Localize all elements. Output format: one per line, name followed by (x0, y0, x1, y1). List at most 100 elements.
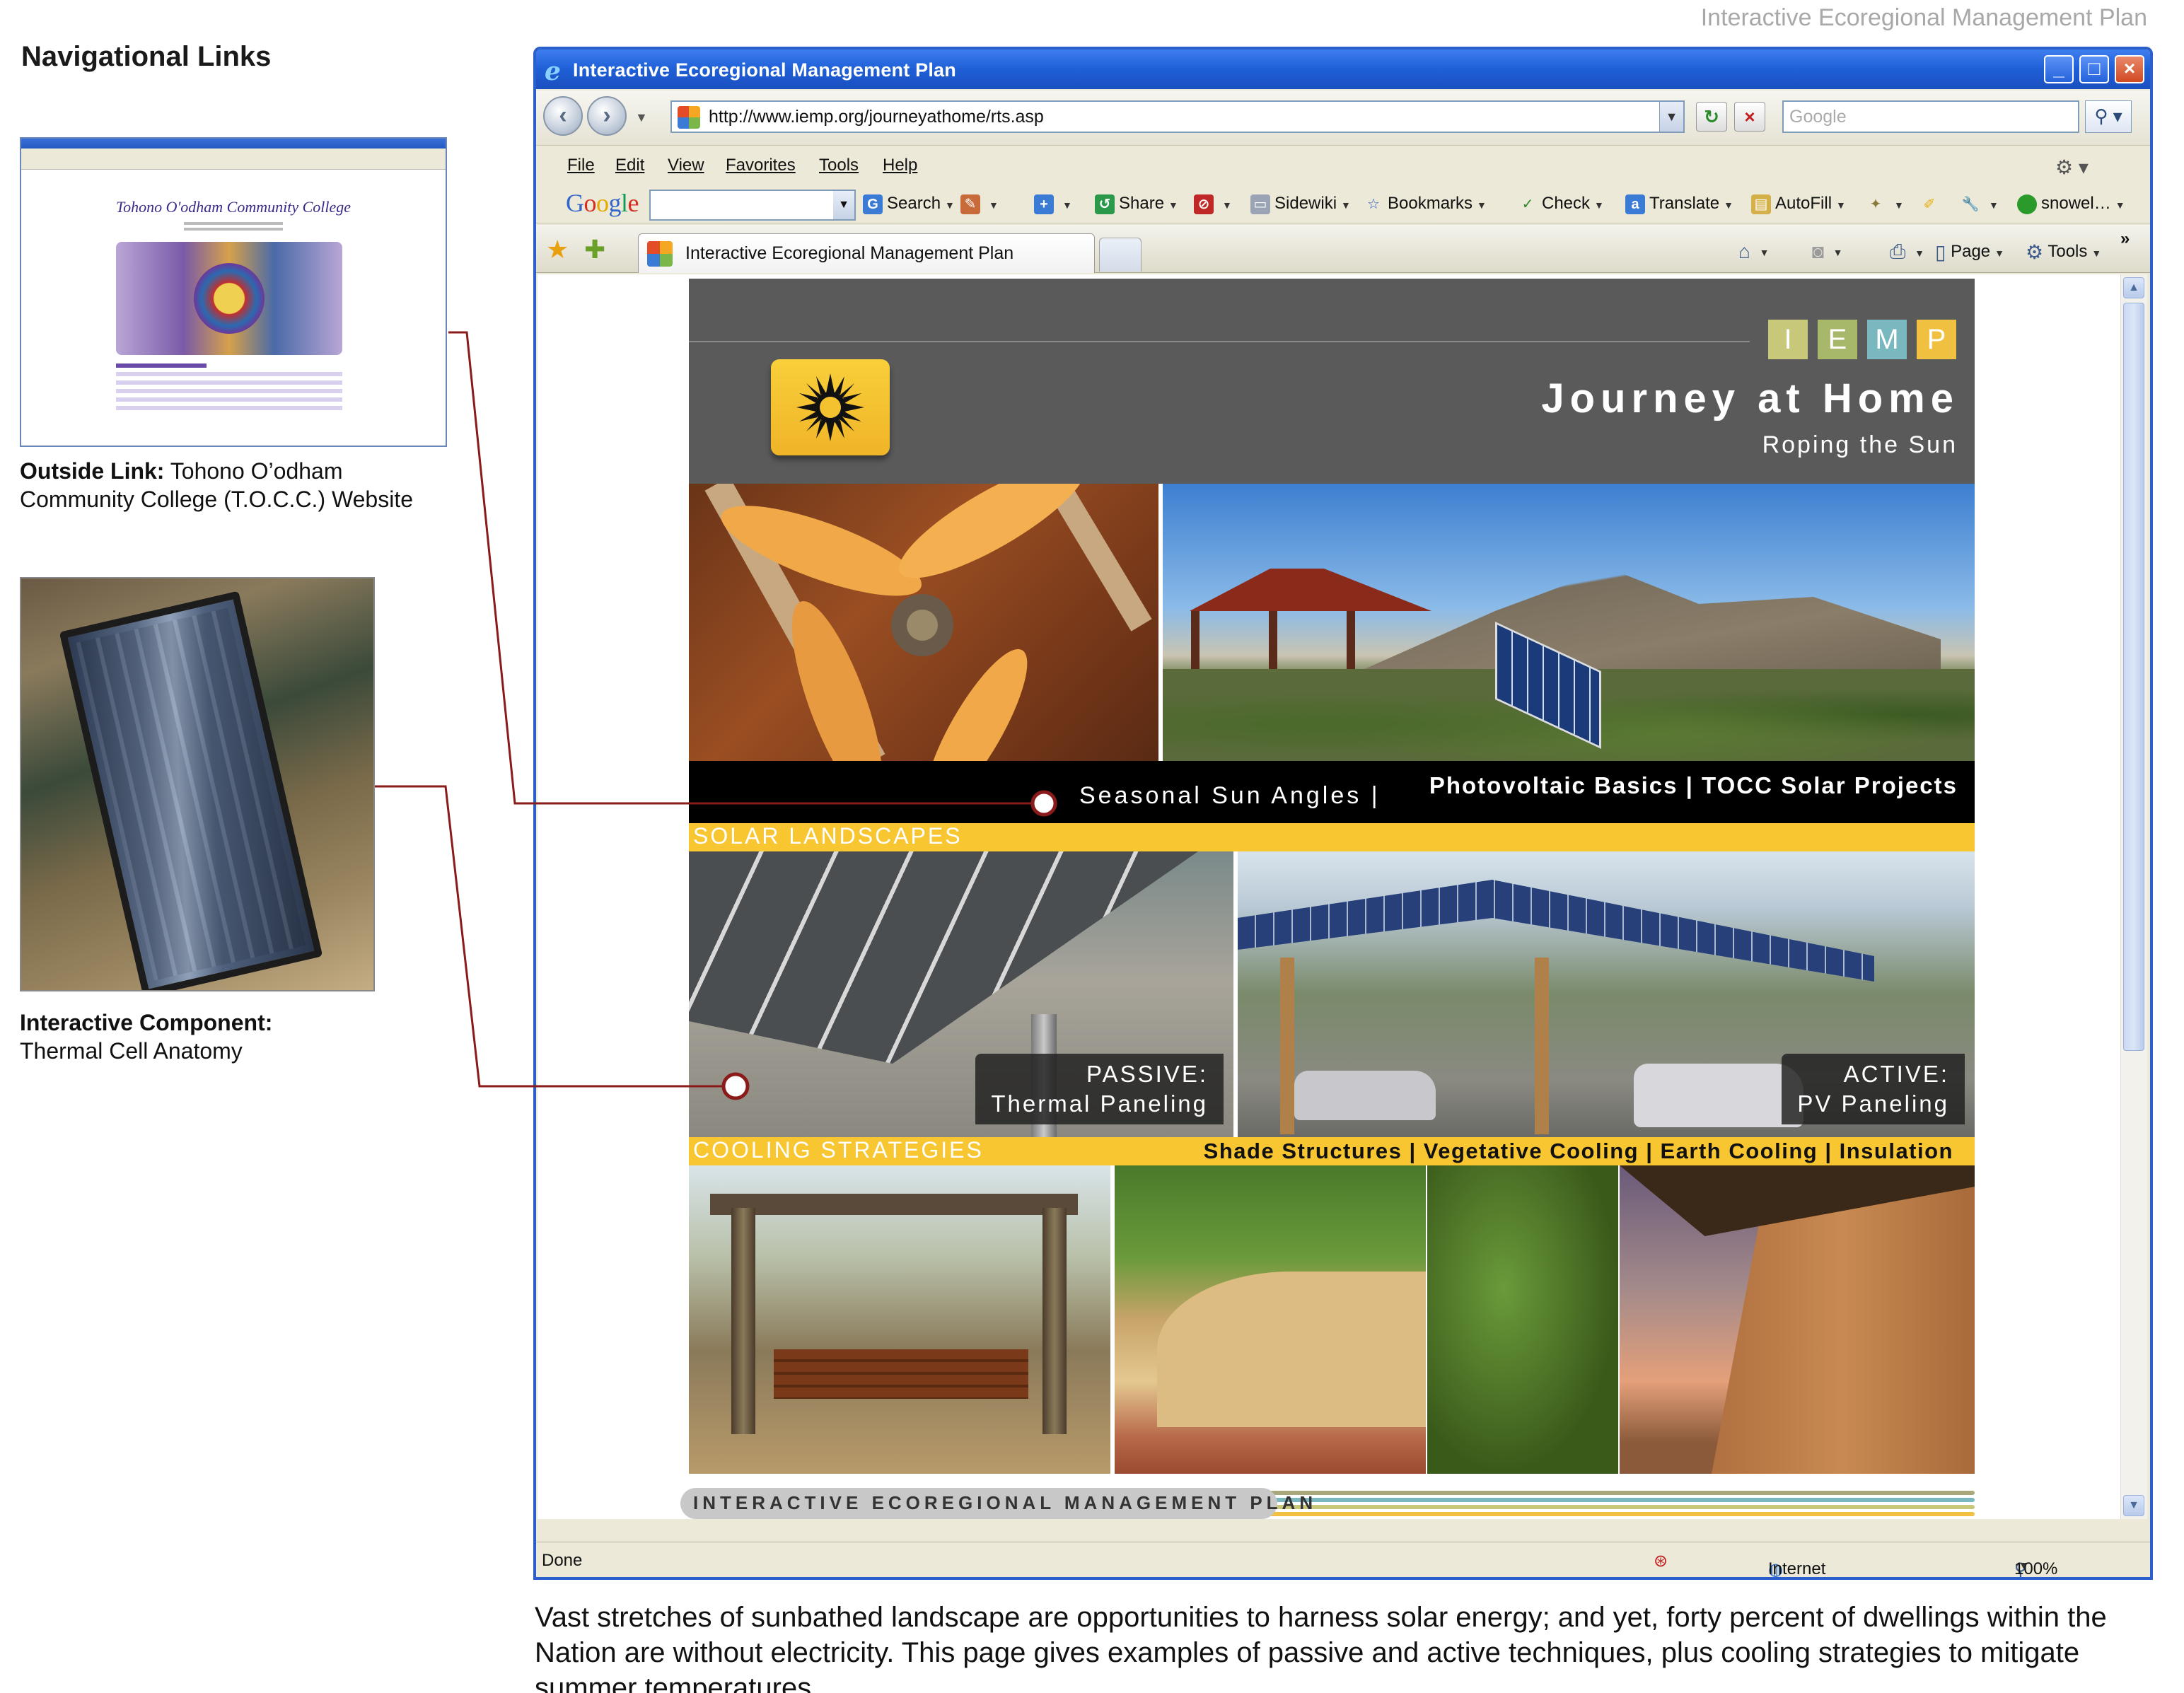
scrollbar-thumb[interactable] (2123, 303, 2144, 1051)
cooling-strategy-links[interactable]: Shade Structures | Vegetative Cooling | … (1204, 1139, 1953, 1164)
cooling-strategies-label: COOLING STRATEGIES (693, 1137, 984, 1163)
google-search-input[interactable]: ▼ (649, 190, 856, 221)
highlighter-icon: ✐ (1923, 196, 1936, 212)
passive-label-line2: Thermal Paneling (991, 1090, 1208, 1117)
gear-icon: ⚙ (2026, 241, 2044, 263)
maximize-button[interactable]: □ (2079, 55, 2109, 83)
wand-icon: ✦ (1869, 196, 1882, 212)
vegetative-cooling-photo[interactable] (1115, 1165, 1426, 1474)
bookmarks-star-icon: ☆ (1367, 196, 1380, 212)
status-bar: Done ⊛ ◍ Internet ⚲ 100% ▼ (536, 1542, 2150, 1577)
feeds-button[interactable]: ◙ ▼ (1812, 240, 1842, 263)
sun-burst-icon (796, 373, 864, 441)
window-titlebar: e Interactive Ecoregional Management Pla… (536, 50, 2150, 89)
google-search-dropdown-icon[interactable]: ▼ (833, 191, 854, 219)
interactive-component-caption: Interactive Component: Thermal Cell Anat… (20, 1008, 272, 1065)
tools-menu-button[interactable]: ⚙ Tools ▼ (2026, 240, 2101, 264)
canopy-column-shape (1280, 958, 1294, 1134)
outside-link-text-2: Community College (T.O.C.C.) Website (20, 487, 413, 512)
scroll-up-icon[interactable]: ▲ (2123, 277, 2144, 298)
spellcheck-button[interactable]: ✓ Check ▼ (1518, 194, 1604, 214)
outside-link-caption: Outside Link: Tohono O’odham Community C… (20, 457, 413, 513)
shade-structure-photo[interactable] (689, 1165, 1110, 1474)
thumbnail-toolbar (21, 149, 446, 170)
tocc-website-thumbnail[interactable]: Tohono O'odham Community College (20, 137, 447, 447)
menu-help[interactable]: Help (883, 156, 917, 175)
pergola-post-shape (1042, 1208, 1067, 1434)
page-menu-button[interactable]: ▯ Page ▼ (1935, 240, 2004, 264)
add-favorites-icon[interactable]: ✚ (584, 235, 605, 264)
sun-logo-icon[interactable] (771, 359, 890, 455)
google-logo: Google (566, 189, 639, 217)
history-dropdown-icon[interactable]: ▼ (635, 110, 648, 125)
thumbnail-link-rows (116, 363, 342, 414)
bookmarks-button[interactable]: ☆ Bookmarks ▼ (1364, 194, 1487, 214)
photovoltaic-tocc-links[interactable]: Photovoltaic Basics | TOCC Solar Project… (1429, 772, 1958, 799)
menu-tools[interactable]: Tools (819, 156, 859, 175)
home-button[interactable]: ⌂ ▼ (1738, 240, 1769, 263)
back-button[interactable]: ‹ (543, 96, 583, 136)
forward-button[interactable]: › (587, 96, 627, 136)
solar-landscapes-bar: SOLAR LANDSCAPES (689, 823, 1975, 851)
tab-active[interactable]: Interactive Ecoregional Management Plan (638, 233, 1095, 273)
page-icon: ▯ (1935, 241, 1946, 263)
print-button[interactable]: ⎙ ▼ (1890, 240, 1924, 264)
popup-blocker-button[interactable]: ⊘ ▼ (1194, 194, 1232, 214)
magic-wand-button[interactable]: ✦ ▼ (1866, 194, 1904, 214)
url-input[interactable]: http://www.iemp.org/journeyathome/rts.as… (670, 100, 1685, 133)
iemp-letter-e: E (1818, 320, 1857, 359)
menu-view[interactable]: View (668, 156, 704, 175)
navigational-links-heading: Navigational Links (21, 41, 272, 72)
toolbar-options-icon[interactable]: ⚙ ▾ (2055, 156, 2089, 179)
thermal-cell-photo[interactable] (20, 577, 375, 991)
active-pv-photo[interactable]: ACTIVE: PV Paneling (1238, 851, 1975, 1137)
thumbnail-subtitle (21, 219, 446, 236)
active-label-line1: ACTIVE: (1843, 1061, 1949, 1087)
interactive-component-label: Interactive Component: (20, 1010, 273, 1035)
bench-shape (774, 1349, 1028, 1399)
menu-favorites[interactable]: Favorites (726, 156, 796, 175)
iemp-letter-blocks: I E M P (1768, 320, 1956, 359)
vertical-scrollbar[interactable]: ▲ ▼ (2120, 274, 2147, 1519)
google-search-button[interactable]: G Search ▼ (863, 194, 955, 214)
chevron-more-icon[interactable]: » (2120, 229, 2130, 249)
translate-button[interactable]: a Translate ▼ (1625, 194, 1733, 214)
close-button[interactable]: × (2115, 55, 2144, 83)
url-dropdown-icon[interactable]: ▼ (1659, 102, 1683, 132)
favorites-star-icon[interactable]: ★ (546, 235, 569, 264)
footer-stripe (1246, 1505, 1975, 1509)
footer-stripe (1246, 1512, 1975, 1516)
insulation-wall-photo[interactable] (1620, 1165, 1975, 1474)
google-plus-button[interactable]: + ▼ (1034, 194, 1072, 214)
vine-screen-photo[interactable] (1427, 1165, 1618, 1474)
minimize-button[interactable]: _ (2044, 55, 2074, 83)
menu-edit[interactable]: Edit (615, 156, 644, 175)
account-button[interactable]: snowel… ▼ (2017, 194, 2125, 214)
pergola-beam-shape (710, 1194, 1078, 1215)
highlighter-button[interactable]: ✐ (1919, 194, 1944, 214)
search-go-icon[interactable]: ⚲ ▾ (2085, 100, 2132, 133)
refresh-icon[interactable]: ↻ (1696, 102, 1727, 132)
search-input[interactable]: Google (1782, 100, 2079, 133)
thermal-panels-shape (689, 851, 1198, 1064)
settings-wrench-button[interactable]: 🔧 ▼ (1961, 194, 1999, 214)
sidewiki-button[interactable]: ▭ Sidewiki ▼ (1250, 194, 1351, 214)
new-tab-button[interactable] (1099, 238, 1142, 272)
printer-icon: ⎙ (1890, 240, 1906, 262)
pv-canopy-shape (1238, 880, 1874, 982)
passive-thermal-photo[interactable]: PASSIVE: Thermal Paneling (689, 851, 1233, 1137)
thumbnail-page-title: Tohono O'odham Community College (115, 198, 352, 216)
protected-mode-icon[interactable]: ⊛ (1654, 1551, 1668, 1571)
google-extras-button[interactable]: ✎ ▼ (960, 194, 999, 214)
share-button[interactable]: ↺ Share ▼ (1095, 194, 1178, 214)
google-toolbar: Google ▼ G Search ▼ ✎ ▼ + ▼ ↺ Share ▼ ⊘ ▼ ▭ Side… (536, 182, 2150, 223)
pencil-icon: ✎ (960, 194, 980, 214)
ramada-solar-photo (1163, 484, 1975, 761)
account-status-icon (2017, 194, 2037, 214)
scroll-down-icon[interactable]: ▼ (2123, 1495, 2144, 1516)
stop-icon[interactable]: × (1734, 102, 1765, 132)
menu-file[interactable]: File (567, 156, 595, 175)
autofill-button[interactable]: ▤ AutoFill ▼ (1751, 194, 1846, 214)
active-label-line2: PV Paneling (1797, 1090, 1949, 1117)
seasonal-sun-angles-link[interactable]: Seasonal Sun Angles | (1079, 782, 1381, 810)
